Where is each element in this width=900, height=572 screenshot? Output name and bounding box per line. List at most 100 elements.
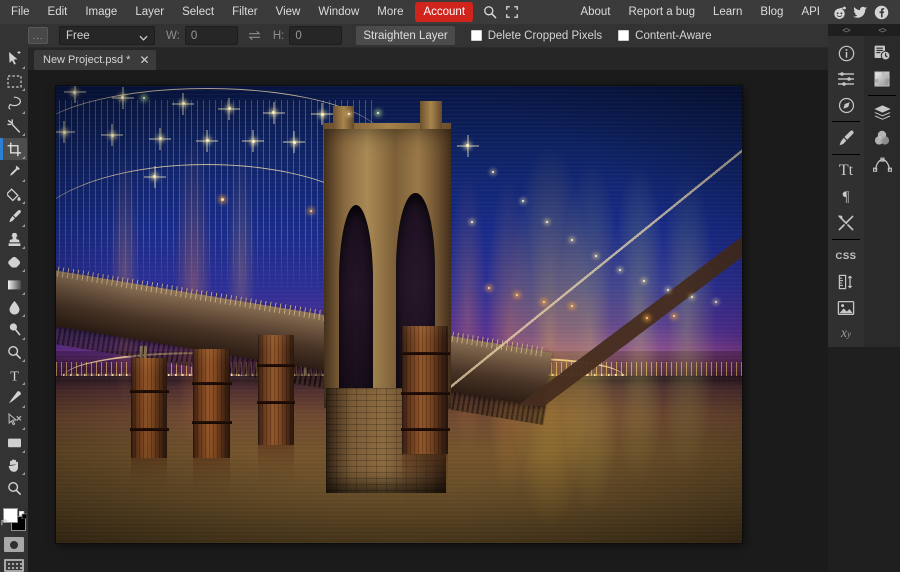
shape-tool[interactable] bbox=[1, 432, 27, 454]
link-report-a-bug[interactable]: Report a bug bbox=[620, 0, 705, 24]
eraser-tool[interactable] bbox=[1, 251, 27, 273]
menu-item-file[interactable]: File bbox=[2, 0, 39, 24]
brush-icon[interactable] bbox=[831, 125, 861, 151]
magnifier-tool[interactable] bbox=[1, 477, 27, 499]
path-select-tool[interactable] bbox=[1, 410, 27, 432]
history-clock-icon[interactable] bbox=[867, 40, 897, 66]
magic-wand-tool[interactable] bbox=[1, 116, 27, 138]
zoom-tool-sidebar[interactable] bbox=[1, 342, 27, 364]
ruler-icon[interactable] bbox=[831, 269, 861, 295]
blur-tool[interactable] bbox=[1, 297, 27, 319]
exponent-icon[interactable]: xy bbox=[831, 321, 861, 347]
piling-band bbox=[191, 381, 232, 385]
character-tt-icon[interactable]: Tt bbox=[831, 158, 861, 184]
close-icon[interactable]: ✕ bbox=[139, 54, 149, 66]
crop-height-input[interactable]: 0 bbox=[289, 26, 343, 45]
type-tool[interactable]: T bbox=[1, 364, 27, 386]
lasso-tool[interactable] bbox=[1, 93, 27, 115]
image-icon[interactable] bbox=[831, 295, 861, 321]
link-api[interactable]: API bbox=[792, 0, 829, 24]
swap-colors-icon[interactable] bbox=[1, 514, 10, 532]
account-button[interactable]: Account bbox=[415, 2, 474, 22]
collapse-left-column-icon[interactable]: <> bbox=[828, 24, 864, 36]
swap-arrows-icon[interactable] bbox=[247, 30, 262, 41]
eyedropper-tool[interactable] bbox=[1, 161, 27, 183]
menu-item-filter[interactable]: Filter bbox=[223, 0, 267, 24]
collapse-right-column-icon[interactable]: <> bbox=[864, 24, 900, 36]
menu-item-window[interactable]: Window bbox=[309, 0, 368, 24]
facebook-icon[interactable] bbox=[871, 0, 892, 24]
document-canvas[interactable] bbox=[56, 86, 742, 543]
quick-mask-icon[interactable] bbox=[4, 537, 24, 553]
panel-divider bbox=[832, 121, 860, 122]
bridge-lamp bbox=[594, 255, 597, 258]
paint-bucket-tool[interactable] bbox=[1, 184, 27, 206]
bridge-lamp bbox=[642, 280, 645, 283]
menu-item-more[interactable]: More bbox=[368, 0, 412, 24]
clone-stamp-tool[interactable] bbox=[1, 229, 27, 251]
move-tool[interactable] bbox=[1, 48, 27, 70]
menu-item-view[interactable]: View bbox=[267, 0, 310, 24]
tower-pinnacle-right bbox=[420, 100, 442, 131]
piling-band bbox=[191, 421, 232, 425]
panel-divider bbox=[868, 95, 896, 96]
wrench-screwdriver-icon[interactable] bbox=[831, 210, 861, 236]
fullscreen-icon[interactable] bbox=[501, 0, 523, 24]
content-aware-checkbox[interactable]: Content-Aware bbox=[618, 30, 712, 42]
crop-width-input[interactable]: 0 bbox=[184, 26, 238, 45]
menu-item-select[interactable]: Select bbox=[173, 0, 223, 24]
tool-preset-button[interactable]: ... bbox=[28, 27, 48, 44]
link-learn[interactable]: Learn bbox=[704, 0, 751, 24]
search-icon[interactable] bbox=[479, 0, 501, 24]
keyboard-shortcuts-icon[interactable] bbox=[4, 559, 24, 572]
delete-cropped-pixels-checkbox[interactable]: Delete Cropped Pixels bbox=[470, 30, 602, 42]
tools-sidebar: T bbox=[0, 24, 28, 572]
bridge-lamp bbox=[62, 130, 66, 134]
document-tab[interactable]: New Project.psd * ✕ bbox=[34, 50, 156, 70]
piling-band bbox=[130, 428, 169, 432]
paragraph-pilcrow-icon[interactable]: ¶ bbox=[831, 184, 861, 210]
crop-tool[interactable] bbox=[0, 138, 27, 160]
quick-mask-dot bbox=[10, 540, 18, 549]
layers-stack-icon[interactable] bbox=[867, 99, 897, 125]
marquee-tool[interactable] bbox=[1, 71, 27, 93]
crop-ratio-select[interactable]: Free bbox=[59, 26, 155, 45]
default-colors-icon[interactable] bbox=[18, 506, 28, 520]
checkerboard-icon[interactable] bbox=[867, 66, 897, 92]
piling-grain bbox=[193, 348, 231, 459]
checkbox-box bbox=[470, 30, 482, 41]
pen-tool[interactable] bbox=[1, 387, 27, 409]
link-about[interactable]: About bbox=[571, 0, 619, 24]
brush-tool[interactable] bbox=[1, 206, 27, 228]
panel-column-left: Tt ¶ CSS xy bbox=[828, 36, 864, 347]
link-blog[interactable]: Blog bbox=[751, 0, 792, 24]
canvas-work-area[interactable] bbox=[28, 70, 828, 572]
menu-item-edit[interactable]: Edit bbox=[39, 0, 77, 24]
gradient-tool[interactable] bbox=[1, 274, 27, 296]
menu-item-layer[interactable]: Layer bbox=[126, 0, 173, 24]
bridge-lamp bbox=[227, 107, 231, 111]
paths-curve-icon[interactable] bbox=[867, 151, 897, 177]
straighten-layer-button[interactable]: Straighten Layer bbox=[356, 26, 455, 45]
tool-corner-marker bbox=[22, 201, 25, 205]
bridge-lamp bbox=[205, 139, 209, 142]
bridge-lamp bbox=[320, 112, 324, 116]
sliders-icon[interactable] bbox=[831, 66, 861, 92]
photo-editor-app: File Edit Image Layer Select Filter View… bbox=[0, 0, 900, 572]
piling-band bbox=[130, 390, 169, 394]
svg-text:T: T bbox=[10, 369, 19, 383]
hand-tool[interactable] bbox=[1, 455, 27, 477]
piling-band bbox=[400, 392, 450, 396]
info-circle-icon[interactable] bbox=[831, 40, 861, 66]
document-tab-label: New Project.psd * bbox=[43, 54, 131, 66]
channels-circles-icon[interactable] bbox=[867, 125, 897, 151]
tool-corner-marker bbox=[22, 88, 25, 92]
css-text-icon[interactable]: CSS bbox=[831, 243, 861, 269]
navigator-compass-icon[interactable] bbox=[831, 92, 861, 118]
menu-item-image[interactable]: Image bbox=[76, 0, 126, 24]
tool-corner-marker bbox=[22, 359, 25, 363]
twitter-icon[interactable] bbox=[850, 0, 871, 24]
dodge-tool[interactable] bbox=[1, 319, 27, 341]
color-swatches[interactable] bbox=[1, 506, 28, 533]
reddit-icon[interactable] bbox=[829, 0, 850, 24]
